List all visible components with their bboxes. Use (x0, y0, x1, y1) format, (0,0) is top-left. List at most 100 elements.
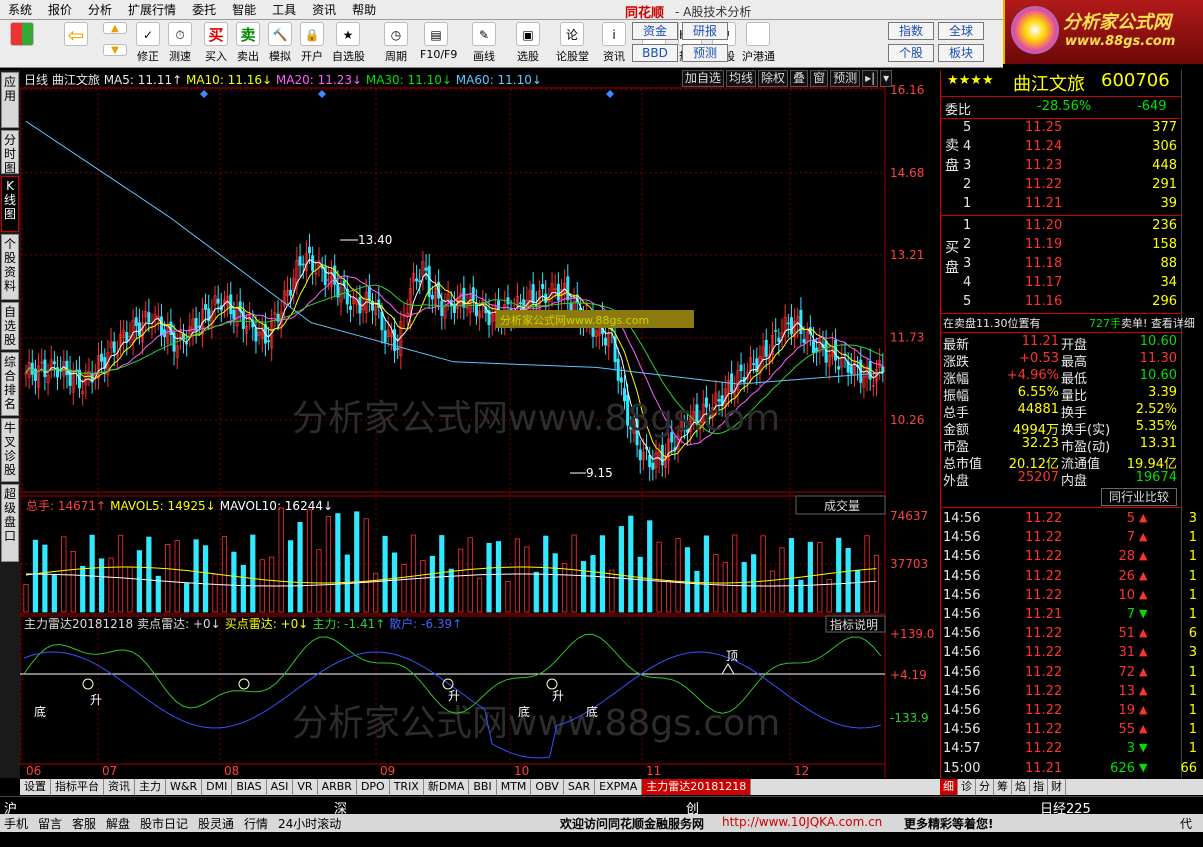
site-link[interactable]: http://www.10JQKA.com.cn (722, 815, 882, 829)
notice-link[interactable]: 卖单! 查看详细 (1121, 315, 1195, 331)
status-item-0[interactable]: 手机 (4, 815, 28, 832)
toolbar-button-7[interactable]: ◷ 周期 (380, 22, 412, 66)
right-tab-3[interactable]: 筹 (994, 779, 1012, 795)
status-item-1[interactable]: 留言 (38, 815, 62, 832)
indicator-tab-1[interactable]: 指标平台 (51, 779, 104, 795)
volume-bar (807, 541, 813, 613)
layout-button[interactable] (6, 22, 38, 66)
candle-body (462, 287, 466, 308)
indicator-tab-6[interactable]: BIAS (232, 779, 267, 795)
chart-btn-0[interactable]: 加自选 (682, 70, 725, 87)
indicator-tab-8[interactable]: VR (293, 779, 318, 795)
indicator-tab-15[interactable]: OBV (531, 779, 564, 795)
right-tab-4[interactable]: 焰 (1012, 779, 1030, 795)
left-tab-7[interactable]: 超级盘口 (1, 484, 19, 562)
status-item-3[interactable]: 解盘 (106, 815, 130, 832)
back-button[interactable]: ⇦ (60, 22, 92, 66)
chart-btn-3[interactable]: 叠 (790, 70, 809, 87)
indicator-tab-12[interactable]: 新DMA (424, 779, 470, 795)
small-button-1[interactable]: 研报 (682, 22, 728, 40)
small-button-2[interactable]: BBD (632, 44, 678, 62)
indicator-tab-11[interactable]: TRIX (390, 779, 424, 795)
status-item-2[interactable]: 客服 (72, 815, 96, 832)
signal-circle-icon (238, 678, 250, 690)
small-button-7[interactable]: 板块 (938, 44, 984, 62)
indicator-tab-5[interactable]: DMI (202, 779, 233, 795)
indicator-tab-9[interactable]: ARBR (318, 779, 357, 795)
menu-item-6[interactable]: 工具 (264, 1, 304, 18)
menu-item-4[interactable]: 委托 (184, 1, 224, 18)
menu-item-7[interactable]: 资讯 (304, 1, 344, 18)
indicator-tab-4[interactable]: W&R (166, 779, 203, 795)
menu-item-0[interactable]: 系统 (0, 1, 40, 18)
status-item-5[interactable]: 股灵通 (198, 815, 234, 832)
left-tab-0[interactable]: 应用 (1, 72, 19, 128)
small-button-5[interactable]: 全球 (938, 22, 984, 40)
toolbar-button-4[interactable]: 🔨 模拟 (264, 22, 296, 66)
toolbar-button-16[interactable]: 沪港通 (742, 22, 775, 66)
page-down-button[interactable]: ▼ (100, 44, 130, 64)
status-item-6[interactable]: 行情 (244, 815, 268, 832)
small-button-4[interactable]: 指数 (888, 22, 934, 40)
volume-bar (51, 574, 57, 613)
indicator-tab-17[interactable]: EXPMA (595, 779, 643, 795)
status-item-4[interactable]: 股市日记 (140, 815, 188, 832)
chart-canvas[interactable]: 16.16 14.68 13.21 11.73 10.26 06 07 08 09 10 11 12 1… (20, 70, 940, 778)
logo-star-icon (1011, 6, 1059, 54)
toolbar-label: 资讯 (603, 50, 625, 63)
indicator-tab-10[interactable]: DPO (357, 779, 390, 795)
indicator-tab-7[interactable]: ASI (267, 779, 294, 795)
chart-btn-4[interactable]: 窗 (810, 70, 829, 87)
toolbar-button-9[interactable]: ✎ 画线 (468, 22, 500, 66)
candle-body (638, 449, 642, 461)
toolbar-button-2[interactable]: 买买入 (200, 22, 232, 66)
toolbar-button-8[interactable]: ▤ F10/F9 (420, 22, 457, 66)
toolbar-button-11[interactable]: 论论股堂 (556, 22, 589, 66)
left-tab-1[interactable]: 分时图 (1, 130, 19, 175)
candle-body (739, 364, 743, 372)
indicator-tab-3[interactable]: 主力 (135, 779, 166, 795)
indicator-tab-13[interactable]: BBI (469, 779, 497, 795)
small-button-0[interactable]: 资金 (632, 22, 678, 40)
toolbar-button-10[interactable]: ▣ 选股 (512, 22, 544, 66)
tick-vol: 26 (1118, 568, 1135, 584)
chart-btn-1[interactable]: 均线 (726, 70, 757, 87)
menu-item-3[interactable]: 扩展行情 (120, 1, 184, 18)
indicator-tab-16[interactable]: SAR (564, 779, 596, 795)
small-button-3[interactable]: 预测 (682, 44, 728, 62)
right-tab-1[interactable]: 诊 (958, 779, 976, 795)
toolbar-button-0[interactable]: ✓ 修正 (132, 22, 164, 66)
chart-btn-2[interactable]: 除权 (758, 70, 789, 87)
chart-btn-5[interactable]: 预测 (830, 70, 861, 87)
menu-item-8[interactable]: 帮助 (344, 1, 384, 18)
candle-body (418, 280, 422, 282)
indicator-tab-18[interactable]: 主力雷达20181218 (642, 779, 752, 795)
toolbar-button-1[interactable]: ⏱ 测速 (164, 22, 196, 66)
indicator-tab-0[interactable]: 设置 (20, 779, 51, 795)
toolbar-button-6[interactable]: ★ 自选股 (332, 22, 365, 66)
right-tab-0[interactable]: 细 (940, 779, 958, 795)
right-tab-6[interactable]: 财 (1048, 779, 1066, 795)
left-tab-2[interactable]: K线图 (1, 176, 19, 232)
left-tab-3[interactable]: 个股资料 (1, 234, 19, 300)
status-item-7[interactable]: 24小时滚动 (278, 815, 341, 832)
left-tab-4[interactable]: 自选股 (1, 302, 19, 350)
indicator-tab-2[interactable]: 资讯 (104, 779, 135, 795)
kline-chart[interactable]: 16.16 14.68 13.21 11.73 10.26 06 07 08 09 10 11 12 1… (20, 70, 940, 778)
menu-item-5[interactable]: 智能 (224, 1, 264, 18)
right-tab-2[interactable]: 分 (976, 779, 994, 795)
small-button-6[interactable]: 个股 (888, 44, 934, 62)
left-tab-5[interactable]: 综合排名 (1, 352, 19, 416)
toolbar-button-5[interactable]: 🔒 开户 (296, 22, 328, 66)
right-tab-5[interactable]: 指 (1030, 779, 1048, 795)
candle-body (159, 316, 163, 336)
toolbar-button-3[interactable]: 卖卖出 (232, 22, 264, 66)
left-tab-6[interactable]: 牛叉诊股 (1, 418, 19, 482)
dropdown-icon[interactable]: ▾ (880, 70, 893, 87)
indicator-tab-14[interactable]: MTM (497, 779, 532, 795)
peer-compare-button[interactable]: 同行业比较 (1101, 488, 1177, 506)
fullscreen-icon[interactable]: ▸| (862, 70, 879, 87)
menu-item-1[interactable]: 报价 (40, 1, 80, 18)
toolbar-button-12[interactable]: i 资讯 (598, 22, 630, 66)
menu-item-2[interactable]: 分析 (80, 1, 120, 18)
